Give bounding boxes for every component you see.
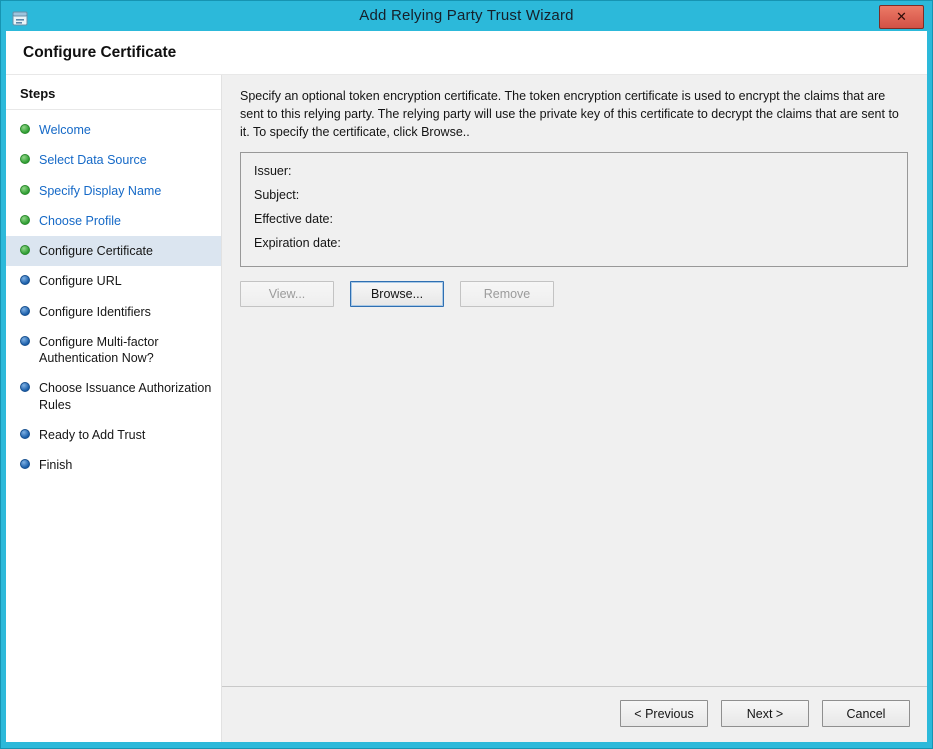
certificate-actions: View... Browse... Remove bbox=[240, 281, 909, 307]
close-icon: ✕ bbox=[896, 2, 907, 32]
sidebar-item-configure-identifiers: Configure Identifiers bbox=[6, 297, 221, 327]
sidebar-item-welcome[interactable]: Welcome bbox=[6, 115, 221, 145]
step-done-dot-icon bbox=[20, 124, 30, 134]
wizard-footer: < Previous Next > Cancel bbox=[222, 686, 927, 742]
subject-label: Subject: bbox=[254, 188, 894, 202]
certificate-details-box: Issuer: Subject: Effective date: Expirat… bbox=[240, 152, 908, 267]
page-header: Configure Certificate bbox=[6, 31, 927, 75]
steps-list: Welcome Select Data Source Specify Displ… bbox=[6, 110, 221, 480]
sidebar-item-ready-to-add-trust: Ready to Add Trust bbox=[6, 420, 221, 450]
content-pane: Specify an optional token encryption cer… bbox=[222, 75, 927, 742]
wizard-frame: Configure Certificate Steps Welcome Sele… bbox=[6, 31, 927, 742]
step-done-dot-icon bbox=[20, 185, 30, 195]
sidebar-item-choose-profile[interactable]: Choose Profile bbox=[6, 206, 221, 236]
sidebar-item-configure-url: Configure URL bbox=[6, 266, 221, 296]
view-button: View... bbox=[240, 281, 334, 307]
remove-button: Remove bbox=[460, 281, 554, 307]
sidebar-item-configure-certificate[interactable]: Configure Certificate bbox=[6, 236, 221, 266]
sidebar-item-specify-display-name[interactable]: Specify Display Name bbox=[6, 176, 221, 206]
sidebar-item-configure-mfa: Configure Multi-factor Authentication No… bbox=[6, 327, 221, 374]
previous-button[interactable]: < Previous bbox=[620, 700, 708, 727]
sidebar-item-select-data-source[interactable]: Select Data Source bbox=[6, 145, 221, 175]
title-bar: Add Relying Party Trust Wizard ✕ bbox=[1, 1, 932, 31]
step-done-dot-icon bbox=[20, 154, 30, 164]
browse-button[interactable]: Browse... bbox=[350, 281, 444, 307]
step-upcoming-dot-icon bbox=[20, 459, 30, 469]
issuer-label: Issuer: bbox=[254, 164, 894, 178]
effective-date-label: Effective date: bbox=[254, 212, 894, 226]
step-upcoming-dot-icon bbox=[20, 275, 30, 285]
window-title: Add Relying Party Trust Wizard bbox=[359, 7, 573, 24]
step-upcoming-dot-icon bbox=[20, 336, 30, 346]
wizard-icon bbox=[12, 8, 29, 25]
step-current-dot-icon bbox=[20, 245, 30, 255]
expiration-date-label: Expiration date: bbox=[254, 236, 894, 250]
step-done-dot-icon bbox=[20, 215, 30, 225]
next-button[interactable]: Next > bbox=[721, 700, 809, 727]
sidebar-item-choose-issuance-rules: Choose Issuance Authorization Rules bbox=[6, 373, 221, 420]
step-upcoming-dot-icon bbox=[20, 429, 30, 439]
close-button[interactable]: ✕ bbox=[879, 5, 924, 29]
steps-heading: Steps bbox=[6, 75, 221, 110]
page-title: Configure Certificate bbox=[23, 44, 176, 62]
step-upcoming-dot-icon bbox=[20, 306, 30, 316]
steps-sidebar: Steps Welcome Select Data Source Specify… bbox=[6, 75, 222, 742]
sidebar-item-finish: Finish bbox=[6, 450, 221, 480]
wizard-window: Add Relying Party Trust Wizard ✕ Configu… bbox=[0, 0, 933, 749]
step-upcoming-dot-icon bbox=[20, 382, 30, 392]
instructions-text: Specify an optional token encryption cer… bbox=[240, 88, 909, 141]
cancel-button[interactable]: Cancel bbox=[822, 700, 910, 727]
